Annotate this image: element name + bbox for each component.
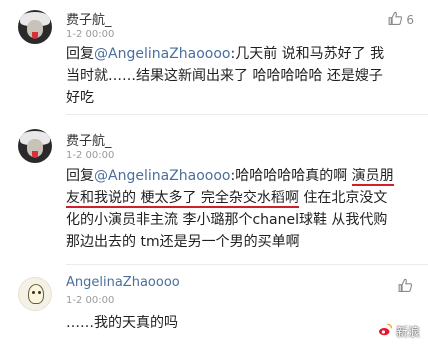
mention-link[interactable]: @AngelinaZhaoooo: [94, 46, 231, 62]
watermark-label: 新浪: [395, 325, 420, 339]
comment-username[interactable]: 费子航_: [66, 130, 112, 149]
thumbs-up-icon: [387, 10, 404, 30]
comment-time: 1-2 00:00: [66, 295, 115, 306]
watermark: 新浪: [377, 322, 420, 341]
comment-item: AngelinaZhaoooo 1-2 00:00 ……我的天真的吗: [0, 265, 428, 345]
like-button[interactable]: [397, 277, 414, 297]
comment-text: ……我的天真的吗: [66, 315, 178, 331]
avatar[interactable]: [18, 277, 52, 311]
thumbs-up-icon: [397, 277, 414, 297]
comment-time: 1-2 00:00: [66, 150, 115, 161]
mention-link[interactable]: @AngelinaZhaoooo: [94, 168, 231, 184]
comment-username[interactable]: AngelinaZhaoooo: [66, 275, 180, 290]
highlighted-text: 演员朋: [351, 168, 394, 186]
comment-username[interactable]: 费子航_: [66, 9, 112, 28]
comment-item: 费子航_ 1-2 00:00 6 回复@AngelinaZhaoooo:几天前 …: [0, 0, 428, 115]
comment-time: 1-2 00:00: [66, 29, 115, 40]
like-count: 6: [406, 13, 414, 27]
weibo-logo-icon: [377, 322, 393, 341]
comment-text: 回复@AngelinaZhaoooo:哈哈哈哈哈真的啊 演员朋 友和我说的 梗太…: [66, 168, 394, 250]
avatar[interactable]: [18, 10, 52, 44]
highlighted-text: 友和我说的 梗太多了 完全杂交水稻啊: [66, 190, 299, 208]
avatar[interactable]: [18, 129, 52, 163]
like-button[interactable]: 6: [387, 10, 414, 30]
comment-text: 回复@AngelinaZhaoooo:几天前 说和马苏好了 我 当时就……结果这…: [66, 46, 385, 106]
comment-item: 费子航_ 1-2 00:00 回复@AngelinaZhaoooo:哈哈哈哈哈真…: [0, 115, 428, 265]
